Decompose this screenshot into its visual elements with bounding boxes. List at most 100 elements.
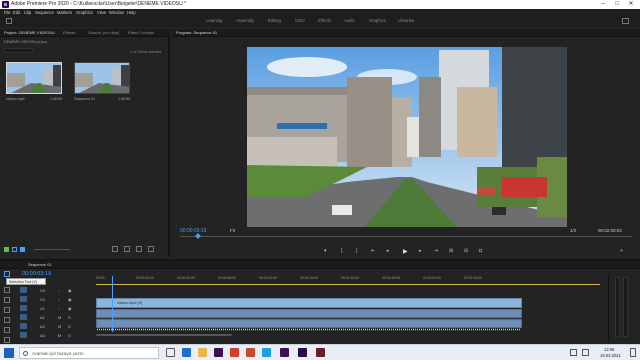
menu-view[interactable]: View [97,9,106,16]
new-bin-icon[interactable] [124,246,130,252]
maximize-icon[interactable]: □ [610,0,624,9]
file-explorer-icon[interactable] [198,348,207,357]
mark-in-icon[interactable]: { [341,248,343,254]
tab-effects[interactable]: Effects [63,29,75,37]
menu-clip[interactable]: Clip [24,9,31,16]
selection-tool-icon[interactable] [4,271,10,277]
audio-clip-a2[interactable] [96,319,522,331]
workspace-graphics[interactable]: Graphics [369,18,386,23]
slip-icon[interactable] [4,317,10,323]
resolution-dropdown[interactable]: 1/2 [570,228,576,233]
lock-icon[interactable]: ▫ [58,288,59,293]
tab-effect-controls[interactable]: Effect Controls [128,29,154,37]
play-icon[interactable]: ▶ [403,248,408,255]
notifications-icon[interactable] [630,348,636,357]
go-to-out-icon[interactable]: ⇥ [434,248,438,254]
lock-icon[interactable]: ▫ [58,306,59,311]
home-icon[interactable] [6,18,12,24]
mute-icon[interactable]: M [58,315,61,320]
task-view-icon[interactable] [166,348,175,357]
pencil-icon[interactable] [4,247,9,252]
solo-icon[interactable]: S [68,315,71,320]
program-playhead[interactable] [195,233,201,239]
track-target[interactable] [20,332,27,338]
menu-file[interactable]: File [4,9,11,16]
program-scrubber[interactable] [180,236,632,237]
workspace-libraries[interactable]: Libraries [398,18,414,23]
razor-icon[interactable] [4,307,10,313]
chrome-icon[interactable] [230,348,239,357]
track-target[interactable] [20,305,27,311]
add-marker-icon[interactable]: ▾ [324,248,327,254]
export-frame-icon[interactable]: ◘ [479,248,482,254]
workspace-effects[interactable]: Effects [318,18,331,23]
insert-icon[interactable]: ⊞ [449,248,453,254]
hand-icon[interactable] [4,327,10,333]
new-item-icon[interactable] [136,246,142,252]
minimize-icon[interactable]: – [596,0,610,9]
video-clip[interactable]: videoo.mp4 [V] [96,298,522,308]
go-to-in-icon[interactable]: ⇤ [371,248,375,254]
premiere-taskbar-icon[interactable] [214,348,223,357]
timeline-playhead[interactable] [112,276,114,332]
menu-graphics[interactable]: Graphics [76,9,93,16]
workspace-menu-icon[interactable] [622,18,629,24]
tab-program[interactable]: Program: Sequence 01 [176,29,217,37]
sequence-thumbnail[interactable] [74,62,130,94]
edge-icon[interactable] [182,348,191,357]
mute-icon[interactable]: M [58,333,61,338]
track-select-icon[interactable] [4,287,10,293]
menu-sequence[interactable]: Sequence [35,9,54,16]
tab-sequence[interactable]: Sequence 01 [28,261,52,269]
project-search-input[interactable] [4,48,34,53]
lock-icon[interactable]: ▫ [58,297,59,302]
media-encoder-icon[interactable] [280,348,289,357]
workspace-learning[interactable]: Learning [206,18,222,23]
mark-out-icon[interactable]: } [356,248,358,254]
trash-icon[interactable] [148,246,154,252]
tab-project[interactable]: Project: DENEME VIDEOSU [4,29,55,37]
workspace-assembly[interactable]: Assembly [236,18,254,23]
overwrite-icon[interactable]: ⊟ [464,248,468,254]
search-icon[interactable] [112,246,118,252]
after-effects-icon[interactable] [298,348,307,357]
solo-icon[interactable]: S [68,324,71,329]
solo-icon[interactable]: S [68,333,71,338]
step-back-icon[interactable]: ◂ [386,248,389,254]
clip-thumbnail[interactable] [6,62,62,94]
step-forward-icon[interactable]: ▸ [419,248,422,254]
eye-icon[interactable]: ◉ [68,288,72,293]
audio-clip-a1[interactable] [96,309,522,321]
fit-dropdown[interactable]: Fit [230,228,235,233]
office-icon[interactable] [246,348,255,357]
menu-help[interactable]: Help [127,9,136,16]
eye-icon[interactable]: ◉ [68,297,72,302]
menu-window[interactable]: Window [109,9,124,16]
timeline-timecode[interactable]: 00:00:03:19 [22,271,51,277]
timeline-ruler[interactable]: 00:00 00:00:15:00 00:00:30:00 00:00:45:0… [96,276,600,282]
add-button-icon[interactable]: + [620,248,623,254]
windows-start-icon[interactable] [4,348,14,358]
mute-icon[interactable]: M [58,324,61,329]
type-icon[interactable] [4,337,10,343]
network-icon[interactable] [570,349,577,356]
close-icon[interactable]: ✕ [624,0,638,9]
store-icon[interactable] [262,348,271,357]
eye-icon[interactable]: ◉ [68,306,72,311]
track-target[interactable] [20,287,27,293]
tab-source[interactable]: Source: (no clips) [88,29,119,37]
menu-edit[interactable]: Edit [13,9,20,16]
menu-markers[interactable]: Markers [57,9,72,16]
track-target[interactable] [20,296,27,302]
taskbar-search-input[interactable]: Aramak için buraya yazın [19,347,159,359]
track-target[interactable] [20,323,27,329]
timeline-scrollbar[interactable] [96,334,232,336]
acrobat-icon[interactable] [316,348,325,357]
workspace-color[interactable]: Color [295,18,305,23]
ripple-edit-icon[interactable] [4,297,10,303]
thumbnail-size-slider[interactable] [34,249,70,250]
work-area-bar[interactable] [96,284,600,285]
icon-view-icon[interactable] [20,247,25,252]
workspace-audio[interactable]: Audio [344,18,355,23]
program-timecode[interactable]: 00:00:03:19 [180,228,206,234]
